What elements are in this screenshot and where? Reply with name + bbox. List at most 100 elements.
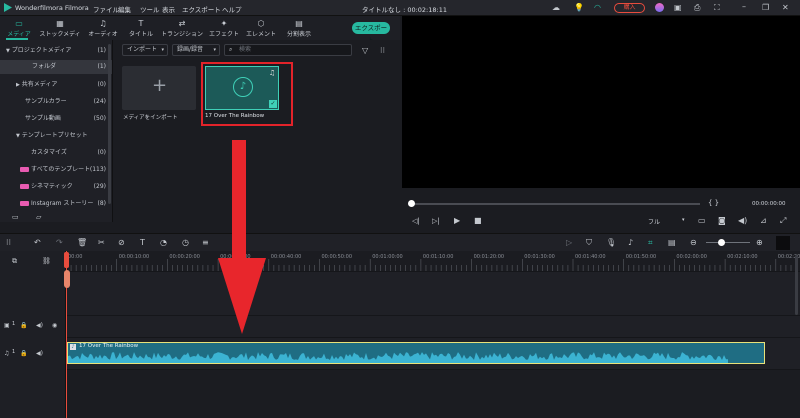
lock-icon[interactable]: 🔒 (20, 321, 27, 331)
folder-icon[interactable]: ▱ (36, 212, 41, 222)
zoom-slider-handle[interactable] (718, 239, 725, 246)
mute-icon[interactable]: ◀) (36, 349, 43, 359)
sidebar-item-count: (29) (93, 183, 106, 190)
link-icon[interactable]: ⛓ (42, 256, 51, 266)
scrubber-handle[interactable] (408, 200, 415, 207)
search-input[interactable]: ⌕ 検索 (224, 44, 352, 56)
stop-icon[interactable]: ■ (474, 216, 482, 226)
tab-split-screen[interactable]: ▤ 分割表示 (282, 19, 316, 39)
lock-icon[interactable]: 🔒 (20, 349, 27, 359)
tab-element[interactable]: ⬡ エレメント (244, 19, 278, 39)
menu-file[interactable]: ファイル (93, 4, 119, 14)
tab-effect[interactable]: ✦ エフェクト (207, 19, 241, 39)
timeline-ruler[interactable]: 00:0000:00:10:0000:00:20:0000:00:30:0000… (66, 251, 800, 271)
lightbulb-icon[interactable]: 💡 (574, 3, 584, 13)
filter-icon[interactable]: ▽ (362, 46, 368, 56)
zoom-out-icon[interactable]: ⊖ (690, 238, 697, 248)
fullscreen-preview-icon[interactable]: ⤢ (780, 216, 786, 226)
zoom-in-icon[interactable]: ⊕ (756, 238, 763, 248)
zoom-slider[interactable] (706, 242, 750, 243)
monitor-icon[interactable]: ▭ (698, 216, 706, 226)
ban-icon[interactable]: ⊘ (118, 238, 125, 248)
new-folder-icon[interactable]: ▭ (12, 212, 19, 222)
speed-icon[interactable]: ◔ (160, 238, 167, 248)
menu-export[interactable]: エクスポート (182, 4, 221, 14)
sidebar-item-template-presets[interactable]: ▼ テンプレートプリセット (0, 129, 112, 143)
eye-icon[interactable]: ◉ (52, 321, 57, 331)
sidebar-item-instagram-story[interactable]: Instagram ストーリー (8) (0, 197, 112, 211)
timeline-settings-icon[interactable] (776, 236, 790, 250)
headset-icon[interactable]: ◠ (594, 3, 601, 13)
caret-down-icon: ▼ (6, 48, 10, 54)
tab-transition[interactable]: ⇄ トランジション (160, 19, 204, 39)
ruler-label: 00:02:00:00 (676, 254, 707, 260)
aspect-ratio-icon[interactable]: ⊿ (760, 216, 767, 226)
undo-icon[interactable]: ↶ (34, 238, 41, 248)
sidebar-item-sample-videos[interactable]: サンプル動画 (50) (0, 112, 112, 126)
sidebar-item-sample-colors[interactable]: サンプルカラー (24) (0, 95, 112, 109)
play-icon[interactable]: ▶ (454, 216, 460, 226)
chevron-down-icon[interactable]: ▾ (682, 217, 685, 223)
volume-icon[interactable]: ◀) (738, 216, 747, 226)
microphone-icon[interactable]: 🎙 (606, 238, 616, 248)
add-track-icon[interactable]: ⧉ (12, 256, 17, 266)
play-pause-icon[interactable]: ▷| (432, 216, 440, 226)
preview-scrubber[interactable] (410, 203, 700, 205)
cloud-icon[interactable]: ☁ (552, 3, 560, 13)
tab-title-label: タイトル (128, 31, 153, 38)
sidebar-scrollbar[interactable] (108, 44, 111, 204)
import-media-tile[interactable]: + (122, 66, 196, 110)
avatar[interactable] (655, 3, 664, 12)
sidebar-item-folder[interactable]: フォルダ (1) (0, 60, 112, 74)
close-icon[interactable]: ✕ (782, 3, 789, 13)
mark-brackets[interactable]: { } (708, 199, 719, 207)
audio-clip[interactable]: ♪ 17 Over The Rainbow (67, 342, 765, 364)
fullscreen-icon[interactable]: ⛶ (714, 3, 720, 13)
ruler-label: 00:01:20:00 (473, 254, 505, 260)
sidebar-item-customize[interactable]: カスタマイズ (0) (0, 146, 112, 160)
tab-audio[interactable]: ♫ オーディオ (86, 19, 120, 39)
import-dropdown[interactable]: インポート ▾ (122, 44, 168, 56)
sidebar-item-label: すべてのテンプレート (31, 166, 91, 173)
audio-mix-icon[interactable]: ♪ (628, 238, 633, 248)
menu-edit[interactable]: 編集 (118, 4, 131, 14)
restore-icon[interactable]: ❐ (762, 3, 769, 13)
timeline-scrollbar[interactable] (795, 255, 798, 315)
shield-icon[interactable]: ⛉ (586, 238, 592, 248)
tab-title[interactable]: T タイトル (124, 19, 158, 39)
buy-button[interactable]: 購入 (614, 3, 645, 13)
minimize-icon[interactable]: – (742, 2, 746, 12)
snap-icon[interactable]: ⌗ (648, 238, 653, 248)
tab-stock-media[interactable]: ▦ストックメディア (38, 19, 82, 47)
record-dropdown[interactable]: 録画/録音 ▾ (172, 44, 220, 56)
adjust-icon[interactable]: ≡ (202, 238, 209, 248)
quality-select[interactable]: フル (648, 217, 660, 226)
export-button[interactable]: エクスポート (352, 22, 390, 44)
subtitle-icon[interactable]: ▤ (668, 238, 676, 248)
audio-waveform (68, 352, 728, 363)
playhead-marker[interactable] (64, 270, 70, 288)
text-icon[interactable]: T (140, 238, 145, 248)
redo-icon[interactable]: ↷ (56, 238, 63, 248)
step-back-icon[interactable]: ◁| (412, 216, 420, 226)
cut-icon[interactable]: ✂ (98, 238, 105, 248)
sidebar-item-all-templates[interactable]: すべてのテンプレート (113) (0, 163, 112, 177)
playhead-handle[interactable] (64, 252, 69, 268)
effect-icon: ✦ (220, 19, 228, 28)
render-icon[interactable]: ▷ (566, 238, 572, 248)
sidebar-item-project-media[interactable]: ▼ プロジェクトメディア (1) (0, 44, 112, 58)
tab-media[interactable]: ▭ メディア (2, 19, 36, 39)
notification-icon[interactable]: ⎙ (694, 3, 700, 13)
snapshot-icon[interactable]: ◙ (718, 216, 726, 226)
menu-tools[interactable]: ツール (140, 4, 160, 14)
menu-help[interactable]: ヘルプ (222, 4, 242, 14)
timer-icon[interactable]: ◷ (182, 238, 189, 248)
sidebar-item-cinematic[interactable]: シネマティック (29) (0, 180, 112, 194)
menu-view[interactable]: 表示 (162, 4, 175, 14)
save-icon[interactable]: ▣ (674, 3, 682, 13)
sidebar-item-shared-media[interactable]: ▶ 共有メディア (0) (0, 78, 112, 92)
delete-icon[interactable]: 🗑 (77, 238, 87, 248)
grid-view-icon[interactable]: ⁝⁝ (380, 46, 385, 56)
layout-grid-icon[interactable]: ⁝⁝ (6, 238, 11, 248)
mute-icon[interactable]: ◀) (36, 321, 43, 331)
